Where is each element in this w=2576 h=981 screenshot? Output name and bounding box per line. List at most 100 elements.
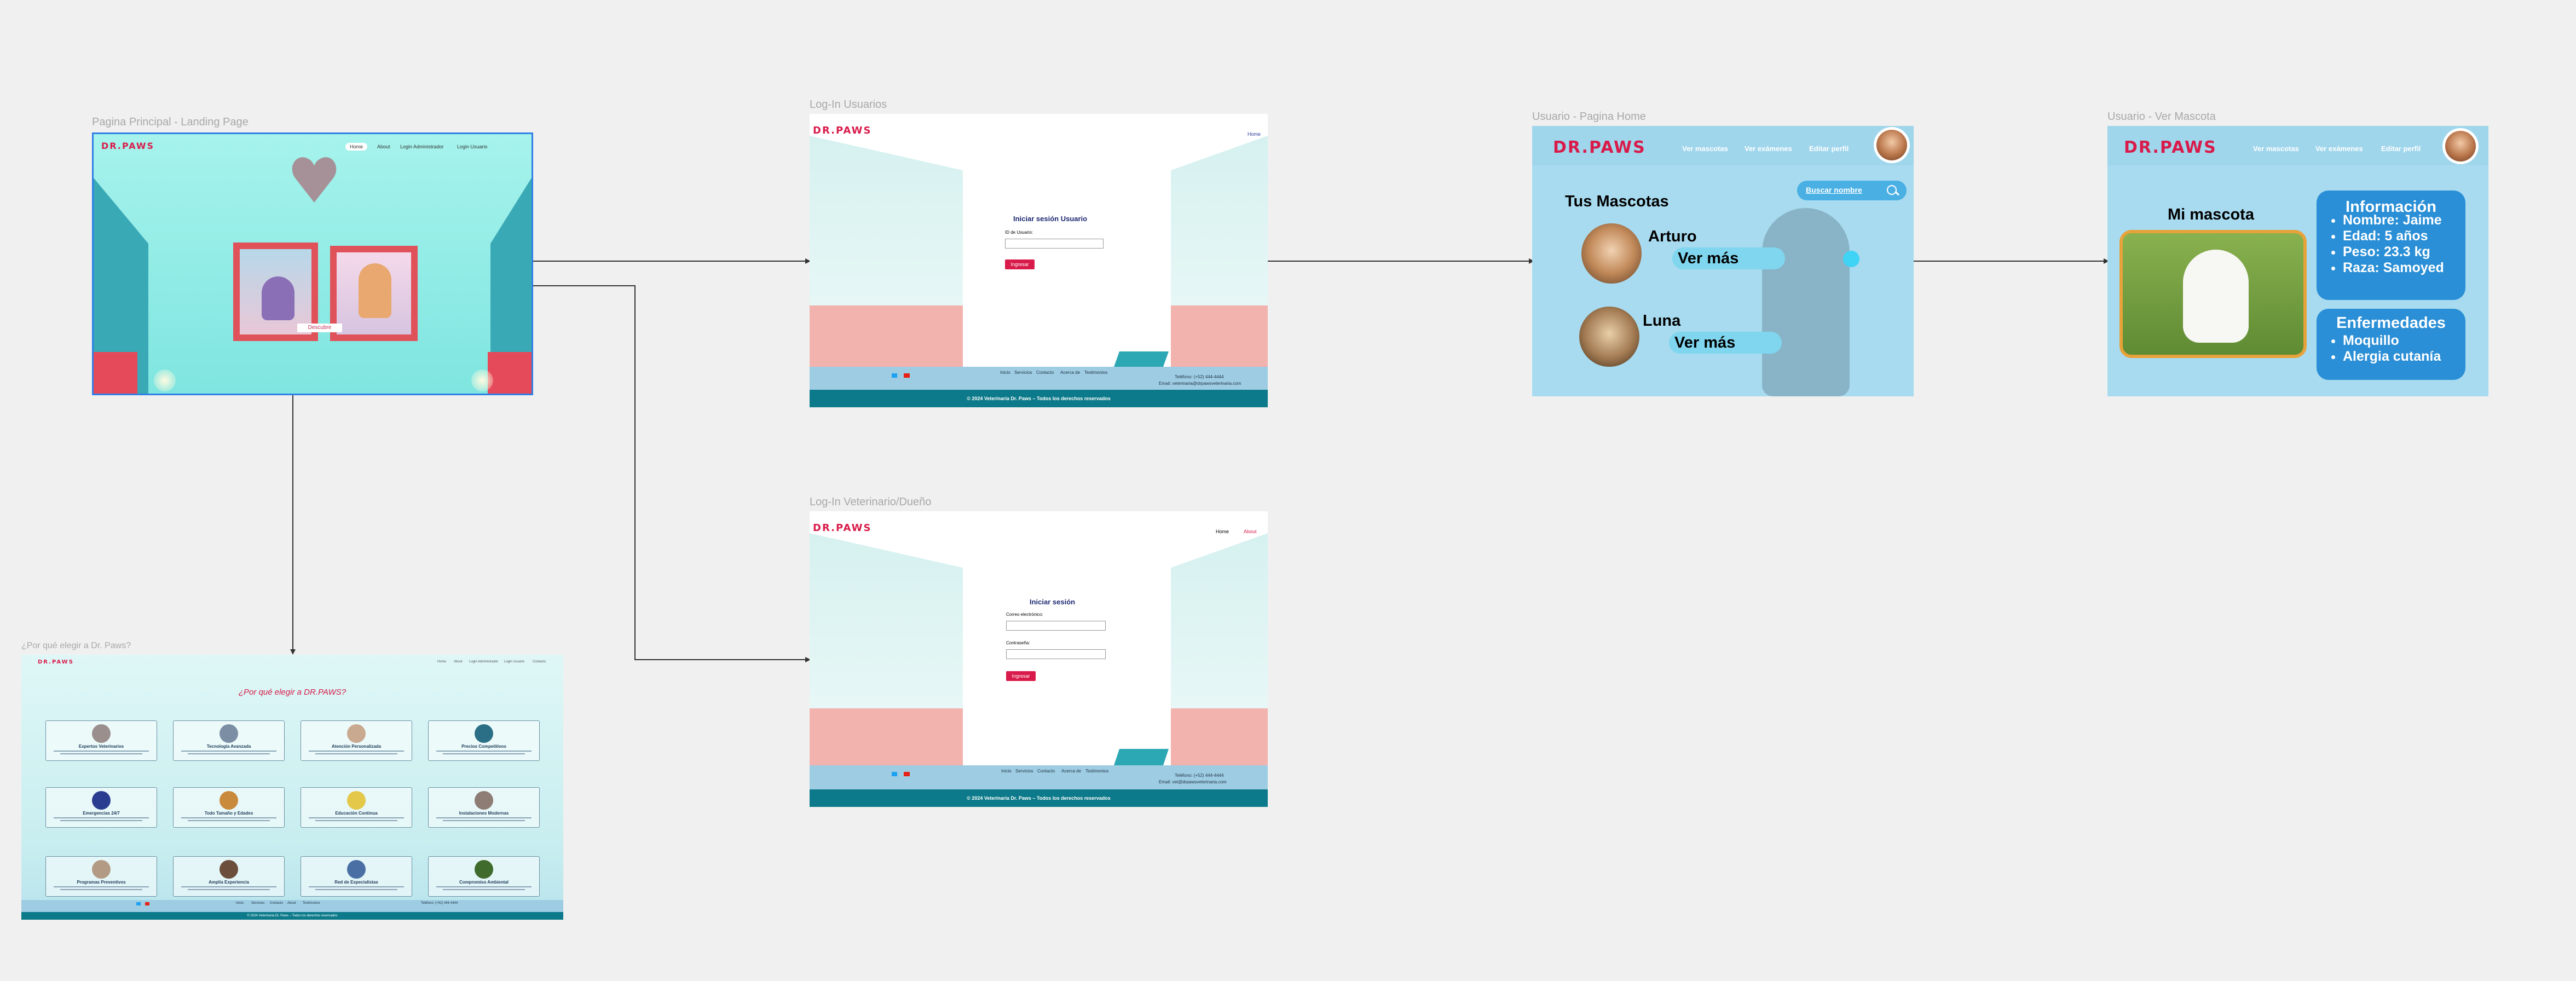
footer-link[interactable]: Contacto [1036,370,1054,375]
feature-card[interactable]: Red de Especialistas [301,856,412,897]
nav-home[interactable]: Home [345,143,368,151]
nav-editar-perfil[interactable]: Editar perfil [2381,145,2421,153]
feature-card[interactable]: Precios Competitivos [428,720,540,761]
why-frame[interactable]: DR.PAWS Home About Login Administrador L… [21,655,563,920]
nav-ver-examenes[interactable]: Ver exámenes [2315,145,2363,153]
nav-home[interactable]: Home [1216,529,1229,534]
frame-label-landing: Pagina Principal - Landing Page [92,116,249,128]
view-more-button[interactable]: Ver más [1672,247,1785,269]
footer: Inicio Servicios Contacto Acerca de Test… [810,765,1268,789]
nav-login-user[interactable]: Login Usuario [504,660,524,663]
feature-card[interactable]: Todo Tamaño y Edades [173,787,285,828]
frame-label-login-user: Log-In Usuarios [810,99,887,111]
bg-counter-left [810,708,963,765]
footer-link[interactable]: Acerca de [1061,769,1081,774]
lamp-left [154,370,176,391]
feature-card[interactable]: Emergencias 24/7 [45,787,157,828]
footer-link[interactable]: Contacto [270,902,283,905]
user-id-label: ID de Usuario: [1005,230,1033,235]
pet-photo [1579,307,1639,367]
footer-link[interactable]: Acerca de [1060,370,1080,375]
user-home-frame[interactable]: DR.PAWS Ver mascotas Ver exámenes Editar… [1532,126,1914,396]
landing-frame[interactable]: DR.PAWS Home About Login Administrador L… [92,132,533,395]
footer-link[interactable]: Servicios [1015,769,1033,774]
bg-counter-right [1171,305,1268,367]
nav-editar-perfil[interactable]: Editar perfil [1809,145,1849,153]
avatar[interactable] [1874,127,1910,163]
pet-photo [1581,223,1642,284]
footer-link[interactable]: About [287,902,296,905]
nav-ver-mascotas[interactable]: Ver mascotas [2253,145,2299,153]
twitter-icon[interactable] [892,772,897,776]
nav-ver-examenes[interactable]: Ver exámenes [1745,145,1792,153]
feature-card[interactable]: Educación Continua [301,787,412,828]
nav-login-admin[interactable]: Login Administrador [469,660,498,663]
nav-contact[interactable]: Contacto [533,660,546,663]
youtube-icon[interactable] [904,373,910,378]
password-input[interactable] [1006,649,1106,659]
feature-card[interactable]: Atención Personalizada [301,720,412,761]
search-input[interactable]: Buscar nombre [1806,186,1862,194]
footer-phone: Teléfono: (+52) 444-4444 [1175,374,1224,379]
footer: Inicio Servicios Contacto About Testimon… [21,900,563,912]
nav-about[interactable]: About [1244,529,1257,534]
email-input[interactable] [1006,621,1106,631]
nav-ver-mascotas[interactable]: Ver mascotas [1682,145,1728,153]
table-right [488,352,532,394]
disease-item: Alergia cutanía [2343,349,2441,365]
login-title: Iniciar sesión [1030,598,1076,606]
feature-card[interactable]: Instalaciones Modernas [428,787,540,828]
user-id-input[interactable] [1005,239,1104,249]
nav-home[interactable]: Home [437,660,446,663]
lamp-right [471,370,493,391]
discover-button[interactable]: Descubre [297,324,342,332]
footer-link[interactable]: Servicios [251,902,264,905]
login-button[interactable]: Ingresar [1005,259,1035,269]
frame-label-why: ¿Por qué elegir a Dr. Paws? [21,641,131,650]
view-more-button[interactable]: Ver más [1669,332,1782,354]
nav-about[interactable]: About [454,660,463,663]
footer-phone: Teléfono: (+52) 444-4444 [1175,773,1224,778]
feature-card[interactable]: Compromiso Ambiental [428,856,540,897]
pet-name: Luna [1643,312,1681,330]
footer-link[interactable]: Testimonios [1084,370,1107,375]
nav-about[interactable]: About [377,144,390,149]
footer-link[interactable]: Servicios [1014,370,1032,375]
footer-link[interactable]: Testimonios [1085,769,1108,774]
login-user-frame[interactable]: DR.PAWS Home Iniciar sesión Usuario ID d… [810,114,1268,407]
footer-email: Email: vet@drpawsveterinaria.com [1159,780,1227,784]
diseases-card: Enfermedades Moquillo Alergia cutanía [2317,309,2465,380]
youtube-icon[interactable] [145,902,149,905]
search-bar[interactable]: Buscar nombre [1797,181,1907,200]
nav-login-admin[interactable]: Login Administrador [400,144,444,149]
login-vet-frame[interactable]: DR.PAWS Home About Iniciar sesión Correo… [810,511,1268,807]
login-button[interactable]: Ingresar [1006,671,1036,681]
copyright-bar: © 2024 Veterinaria Dr. Paws – Todos los … [21,912,563,920]
avatar[interactable] [2442,128,2479,164]
info-item: Nombre: Jaime [2343,212,2444,228]
feature-card[interactable]: Tecnología Avanzada [173,720,285,761]
user-pet-frame[interactable]: DR.PAWS Ver mascotas Ver exámenes Editar… [2107,126,2488,396]
info-item: Peso: 23.3 kg [2343,244,2444,260]
feature-card[interactable]: Amplia Experiencia [173,856,285,897]
footer-link[interactable]: Inicio [1001,769,1012,774]
bg-dot [1843,251,1859,267]
footer-link[interactable]: Inicio [236,902,244,905]
search-icon[interactable] [1887,185,1897,195]
footer-link[interactable]: Inicio [1000,370,1010,375]
frame-label-user-pet: Usuario - Ver Mascota [2107,111,2216,123]
feature-card[interactable]: Expertos Veterinarios [45,720,157,761]
table-left [94,352,137,394]
youtube-icon[interactable] [904,772,910,776]
nav-login-user[interactable]: Login Usuario [457,144,488,149]
frame-label-user-home: Usuario - Pagina Home [1532,111,1646,123]
footer-link[interactable]: Testimonios [303,902,320,905]
twitter-icon[interactable] [136,902,141,905]
twitter-icon[interactable] [892,373,897,378]
feature-card[interactable]: Programas Preventivos [45,856,157,897]
nav-home[interactable]: Home [1247,131,1261,137]
footer: Inicio Servicios Contacto Acerca de Test… [810,367,1268,390]
logo: DR.PAWS [813,125,872,136]
footer-link[interactable]: Contacto [1037,769,1055,774]
diseases-title: Enfermedades [2336,314,2446,332]
